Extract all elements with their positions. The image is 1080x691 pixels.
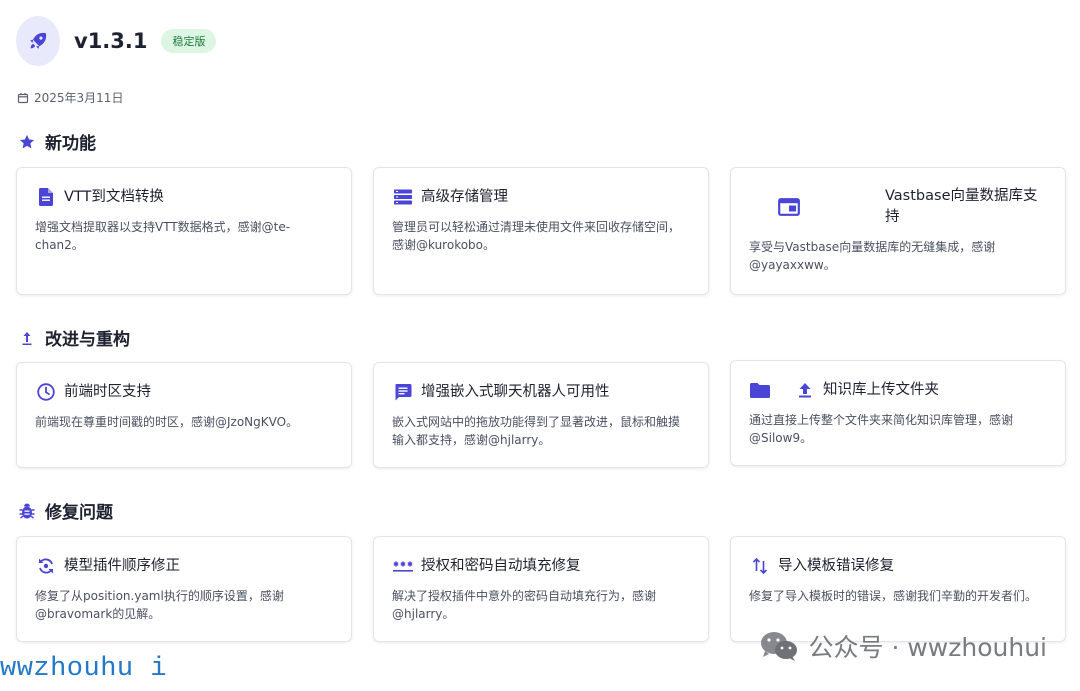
password-icon [392,555,414,577]
fix-card-plugin-order: 模型插件顺序修正 修复了从position.yaml执行的顺序设置，感谢@bra… [16,536,352,642]
card-description: 享受与Vastbase向量数据库的无缝集成，感谢@yayaxxww。 [749,240,996,272]
feature-card-vastbase: Vastbase向量数据库支持 享受与Vastbase向量数据库的无缝集成，感谢… [730,167,1066,295]
clock-icon [35,381,57,403]
card-title: 授权和密码自动填充修复 [421,557,581,574]
rocket-icon [16,16,60,66]
folder-icon [749,379,771,401]
section-title-improvements: 改进与重构 [17,325,130,350]
bug-icon [17,501,37,521]
card-description: 修复了从position.yaml执行的顺序设置，感谢@bravomark的见解… [35,589,284,621]
card-title: 导入模板错误修复 [778,557,894,574]
calendar-icon [17,92,29,103]
stable-badge: 稳定版 [161,29,217,53]
corner-watermark-text: wwzhouhu i [0,654,168,684]
watermark-text: 公众号 · wwzhouhui [808,633,1047,662]
swap-arrows-icon [749,555,771,577]
card-title: 高级存储管理 [421,188,508,205]
card-description: 管理员可以轻松通过清理未使用文件来回收存储空间，感谢@kurokobo。 [392,220,681,252]
version-title: v1.3.1 [74,29,148,53]
release-header: v1.3.1 稳定版 [16,16,217,66]
feature-card-timezone: 前端时区支持 前端现在尊重时间戳的时区，感谢@JzoNgKVO。 [16,362,352,468]
section-title-bug-fixes: 修复问题 [17,498,113,523]
card-description: 通过直接上传整个文件夹来简化知识库管理，感谢@Silow9。 [749,413,1014,445]
feature-card-storage: 高级存储管理 管理员可以轻松通过清理未使用文件来回收存储空间，感谢@kuroko… [373,167,709,295]
wechat-watermark: 公众号 · wwzhouhui [759,628,1047,664]
card-description: 解决了授权插件中意外的密码自动填充行为，感谢@hjlarry。 [392,589,657,621]
feature-card-vtt: VTT到文档转换 增强文档提取器以支持VTT数据格式，感谢@te-chan2。 [16,167,352,295]
window-icon [769,196,809,218]
document-icon [35,186,57,208]
fix-card-password-autofill: 授权和密码自动填充修复 解决了授权插件中意外的密码自动填充行为，感谢@hjlar… [373,536,709,642]
card-description: 前端现在尊重时间戳的时区，感谢@JzoNgKVO。 [35,415,299,429]
release-date: 2025年3月11日 [17,89,123,106]
card-title: 前端时区支持 [64,383,151,400]
feature-card-folder-upload: 知识库上传文件夹 通过直接上传整个文件夹来简化知识库管理，感谢@Silow9。 [730,360,1066,466]
card-title: 知识库上传文件夹 [823,381,939,398]
star-icon [17,132,37,152]
upload-icon [794,379,816,401]
card-description: 修复了导入模板时的错误，感谢我们辛勤的开发者们。 [749,589,1038,603]
feature-card-chatbot: 增强嵌入式聊天机器人可用性 嵌入式网站中的拖放功能得到了显著改进，鼠标和触摸输入… [373,362,709,468]
card-title: 增强嵌入式聊天机器人可用性 [421,383,610,400]
fix-card-import-template: 导入模板错误修复 修复了导入模板时的错误，感谢我们辛勤的开发者们。 [730,536,1066,642]
card-title: 模型插件顺序修正 [64,557,180,574]
card-description: 增强文档提取器以支持VTT数据格式，感谢@te-chan2。 [35,220,291,252]
storage-list-icon [392,186,414,208]
chat-icon [392,381,414,403]
date-text: 2025年3月11日 [34,91,124,105]
card-description: 嵌入式网站中的拖放功能得到了显著改进，鼠标和触摸输入都支持，感谢@hjlarry… [392,415,681,447]
card-title: Vastbase向量数据库支持 [885,188,1038,225]
card-title: VTT到文档转换 [64,188,164,205]
arrow-up-icon [17,328,37,348]
wechat-icon [760,632,797,661]
reorder-icon [35,555,57,577]
section-title-new-features: 新功能 [17,129,96,154]
